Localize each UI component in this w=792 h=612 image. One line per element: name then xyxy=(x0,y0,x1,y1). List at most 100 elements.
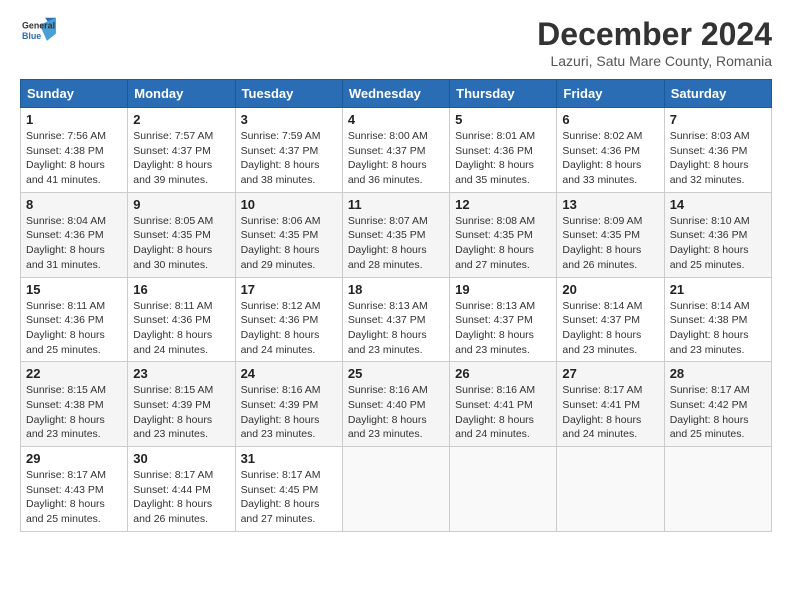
svg-text:General: General xyxy=(22,20,55,30)
page-header: General Blue December 2024 Lazuri, Satu … xyxy=(20,16,772,69)
day-info: Sunrise: 8:11 AM Sunset: 4:36 PM Dayligh… xyxy=(26,299,122,358)
calendar-cell xyxy=(557,447,664,532)
day-info: Sunrise: 7:59 AM Sunset: 4:37 PM Dayligh… xyxy=(241,129,337,188)
day-info: Sunrise: 8:00 AM Sunset: 4:37 PM Dayligh… xyxy=(348,129,444,188)
logo: General Blue xyxy=(20,16,56,48)
svg-text:Blue: Blue xyxy=(22,31,41,41)
day-number: 20 xyxy=(562,282,658,297)
day-info: Sunrise: 8:17 AM Sunset: 4:42 PM Dayligh… xyxy=(670,383,766,442)
day-number: 28 xyxy=(670,366,766,381)
day-info: Sunrise: 8:04 AM Sunset: 4:36 PM Dayligh… xyxy=(26,214,122,273)
day-number: 15 xyxy=(26,282,122,297)
day-number: 17 xyxy=(241,282,337,297)
weekday-header: Saturday xyxy=(664,80,771,108)
calendar-cell: 30Sunrise: 8:17 AM Sunset: 4:44 PM Dayli… xyxy=(128,447,235,532)
calendar-cell: 19Sunrise: 8:13 AM Sunset: 4:37 PM Dayli… xyxy=(450,277,557,362)
calendar-cell: 1 Sunrise: 7:56 AM Sunset: 4:38 PM Daylig… xyxy=(21,108,128,193)
calendar-week-row: 8 Sunrise: 8:04 AM Sunset: 4:36 PM Daylig… xyxy=(21,192,772,277)
calendar-cell: 24Sunrise: 8:16 AM Sunset: 4:39 PM Dayli… xyxy=(235,362,342,447)
calendar-cell: 20 Sunrise: 8:14 AM Sunset: 4:37 PM Dayli… xyxy=(557,277,664,362)
day-info: Sunrise: 8:16 AM Sunset: 4:41 PM Dayligh… xyxy=(455,383,551,442)
calendar-body: 1 Sunrise: 7:56 AM Sunset: 4:38 PM Daylig… xyxy=(21,108,772,532)
day-info: Sunrise: 8:10 AM Sunset: 4:36 PM Dayligh… xyxy=(670,214,766,273)
day-info: Sunrise: 8:13 AM Sunset: 4:37 PM Dayligh… xyxy=(348,299,444,358)
calendar-cell: 4 Sunrise: 8:00 AM Sunset: 4:37 PM Daylig… xyxy=(342,108,449,193)
calendar-cell: 21 Sunrise: 8:14 AM Sunset: 4:38 PM Dayli… xyxy=(664,277,771,362)
calendar-cell: 23 Sunrise: 8:15 AM Sunset: 4:39 PM Dayli… xyxy=(128,362,235,447)
calendar-cell: 12Sunrise: 8:08 AM Sunset: 4:35 PM Dayli… xyxy=(450,192,557,277)
day-info: Sunrise: 7:56 AM Sunset: 4:38 PM Dayligh… xyxy=(26,129,122,188)
weekday-header: Thursday xyxy=(450,80,557,108)
calendar-cell: 5 Sunrise: 8:01 AM Sunset: 4:36 PM Daylig… xyxy=(450,108,557,193)
day-info: Sunrise: 8:17 AM Sunset: 4:41 PM Dayligh… xyxy=(562,383,658,442)
day-number: 16 xyxy=(133,282,229,297)
day-number: 5 xyxy=(455,112,551,127)
day-info: Sunrise: 8:02 AM Sunset: 4:36 PM Dayligh… xyxy=(562,129,658,188)
day-number: 8 xyxy=(26,197,122,212)
calendar-cell: 13 Sunrise: 8:09 AM Sunset: 4:35 PM Dayli… xyxy=(557,192,664,277)
day-info: Sunrise: 8:16 AM Sunset: 4:40 PM Dayligh… xyxy=(348,383,444,442)
day-number: 26 xyxy=(455,366,551,381)
calendar-cell: 22 Sunrise: 8:15 AM Sunset: 4:38 PM Dayli… xyxy=(21,362,128,447)
day-number: 13 xyxy=(562,197,658,212)
day-number: 11 xyxy=(348,197,444,212)
calendar-cell: 31 Sunrise: 8:17 AM Sunset: 4:45 PM Dayli… xyxy=(235,447,342,532)
day-number: 25 xyxy=(348,366,444,381)
day-info: Sunrise: 8:09 AM Sunset: 4:35 PM Dayligh… xyxy=(562,214,658,273)
day-number: 30 xyxy=(133,451,229,466)
calendar-cell xyxy=(450,447,557,532)
calendar-cell: 3 Sunrise: 7:59 AM Sunset: 4:37 PM Daylig… xyxy=(235,108,342,193)
day-number: 12 xyxy=(455,197,551,212)
day-number: 4 xyxy=(348,112,444,127)
day-number: 6 xyxy=(562,112,658,127)
day-info: Sunrise: 8:01 AM Sunset: 4:36 PM Dayligh… xyxy=(455,129,551,188)
day-info: Sunrise: 8:14 AM Sunset: 4:37 PM Dayligh… xyxy=(562,299,658,358)
weekday-header: Sunday xyxy=(21,80,128,108)
day-info: Sunrise: 8:14 AM Sunset: 4:38 PM Dayligh… xyxy=(670,299,766,358)
calendar-cell: 17Sunrise: 8:12 AM Sunset: 4:36 PM Dayli… xyxy=(235,277,342,362)
weekday-header: Tuesday xyxy=(235,80,342,108)
calendar-cell: 9Sunrise: 8:05 AM Sunset: 4:35 PM Daylig… xyxy=(128,192,235,277)
logo-icon: General Blue xyxy=(20,16,56,48)
day-number: 1 xyxy=(26,112,122,127)
day-number: 27 xyxy=(562,366,658,381)
calendar-week-row: 29 Sunrise: 8:17 AM Sunset: 4:43 PM Dayli… xyxy=(21,447,772,532)
calendar-cell: 18Sunrise: 8:13 AM Sunset: 4:37 PM Dayli… xyxy=(342,277,449,362)
day-info: Sunrise: 8:17 AM Sunset: 4:45 PM Dayligh… xyxy=(241,468,337,527)
day-info: Sunrise: 8:06 AM Sunset: 4:35 PM Dayligh… xyxy=(241,214,337,273)
day-number: 22 xyxy=(26,366,122,381)
calendar-cell: 8 Sunrise: 8:04 AM Sunset: 4:36 PM Daylig… xyxy=(21,192,128,277)
day-number: 29 xyxy=(26,451,122,466)
day-number: 10 xyxy=(241,197,337,212)
title-area: December 2024 Lazuri, Satu Mare County, … xyxy=(537,16,772,69)
day-number: 31 xyxy=(241,451,337,466)
day-info: Sunrise: 8:17 AM Sunset: 4:43 PM Dayligh… xyxy=(26,468,122,527)
day-number: 3 xyxy=(241,112,337,127)
calendar-week-row: 22 Sunrise: 8:15 AM Sunset: 4:38 PM Dayli… xyxy=(21,362,772,447)
day-number: 21 xyxy=(670,282,766,297)
calendar-cell: 11 Sunrise: 8:07 AM Sunset: 4:35 PM Dayli… xyxy=(342,192,449,277)
calendar-header-row: SundayMondayTuesdayWednesdayThursdayFrid… xyxy=(21,80,772,108)
calendar-cell: 6 Sunrise: 8:02 AM Sunset: 4:36 PM Daylig… xyxy=(557,108,664,193)
calendar-cell: 7Sunrise: 8:03 AM Sunset: 4:36 PM Daylig… xyxy=(664,108,771,193)
day-info: Sunrise: 8:15 AM Sunset: 4:38 PM Dayligh… xyxy=(26,383,122,442)
day-number: 14 xyxy=(670,197,766,212)
calendar-cell xyxy=(342,447,449,532)
calendar-cell: 27 Sunrise: 8:17 AM Sunset: 4:41 PM Dayli… xyxy=(557,362,664,447)
calendar-cell: 25 Sunrise: 8:16 AM Sunset: 4:40 PM Dayli… xyxy=(342,362,449,447)
calendar-cell: 29 Sunrise: 8:17 AM Sunset: 4:43 PM Dayli… xyxy=(21,447,128,532)
calendar-subtitle: Lazuri, Satu Mare County, Romania xyxy=(537,53,772,69)
day-info: Sunrise: 8:07 AM Sunset: 4:35 PM Dayligh… xyxy=(348,214,444,273)
weekday-header: Wednesday xyxy=(342,80,449,108)
day-info: Sunrise: 8:03 AM Sunset: 4:36 PM Dayligh… xyxy=(670,129,766,188)
calendar-table: SundayMondayTuesdayWednesdayThursdayFrid… xyxy=(20,79,772,532)
calendar-cell: 10 Sunrise: 8:06 AM Sunset: 4:35 PM Dayli… xyxy=(235,192,342,277)
calendar-cell: 28 Sunrise: 8:17 AM Sunset: 4:42 PM Dayli… xyxy=(664,362,771,447)
day-info: Sunrise: 8:11 AM Sunset: 4:36 PM Dayligh… xyxy=(133,299,229,358)
day-number: 23 xyxy=(133,366,229,381)
day-info: Sunrise: 8:15 AM Sunset: 4:39 PM Dayligh… xyxy=(133,383,229,442)
calendar-week-row: 1 Sunrise: 7:56 AM Sunset: 4:38 PM Daylig… xyxy=(21,108,772,193)
day-number: 9 xyxy=(133,197,229,212)
day-info: Sunrise: 8:13 AM Sunset: 4:37 PM Dayligh… xyxy=(455,299,551,358)
calendar-cell: 14 Sunrise: 8:10 AM Sunset: 4:36 PM Dayli… xyxy=(664,192,771,277)
